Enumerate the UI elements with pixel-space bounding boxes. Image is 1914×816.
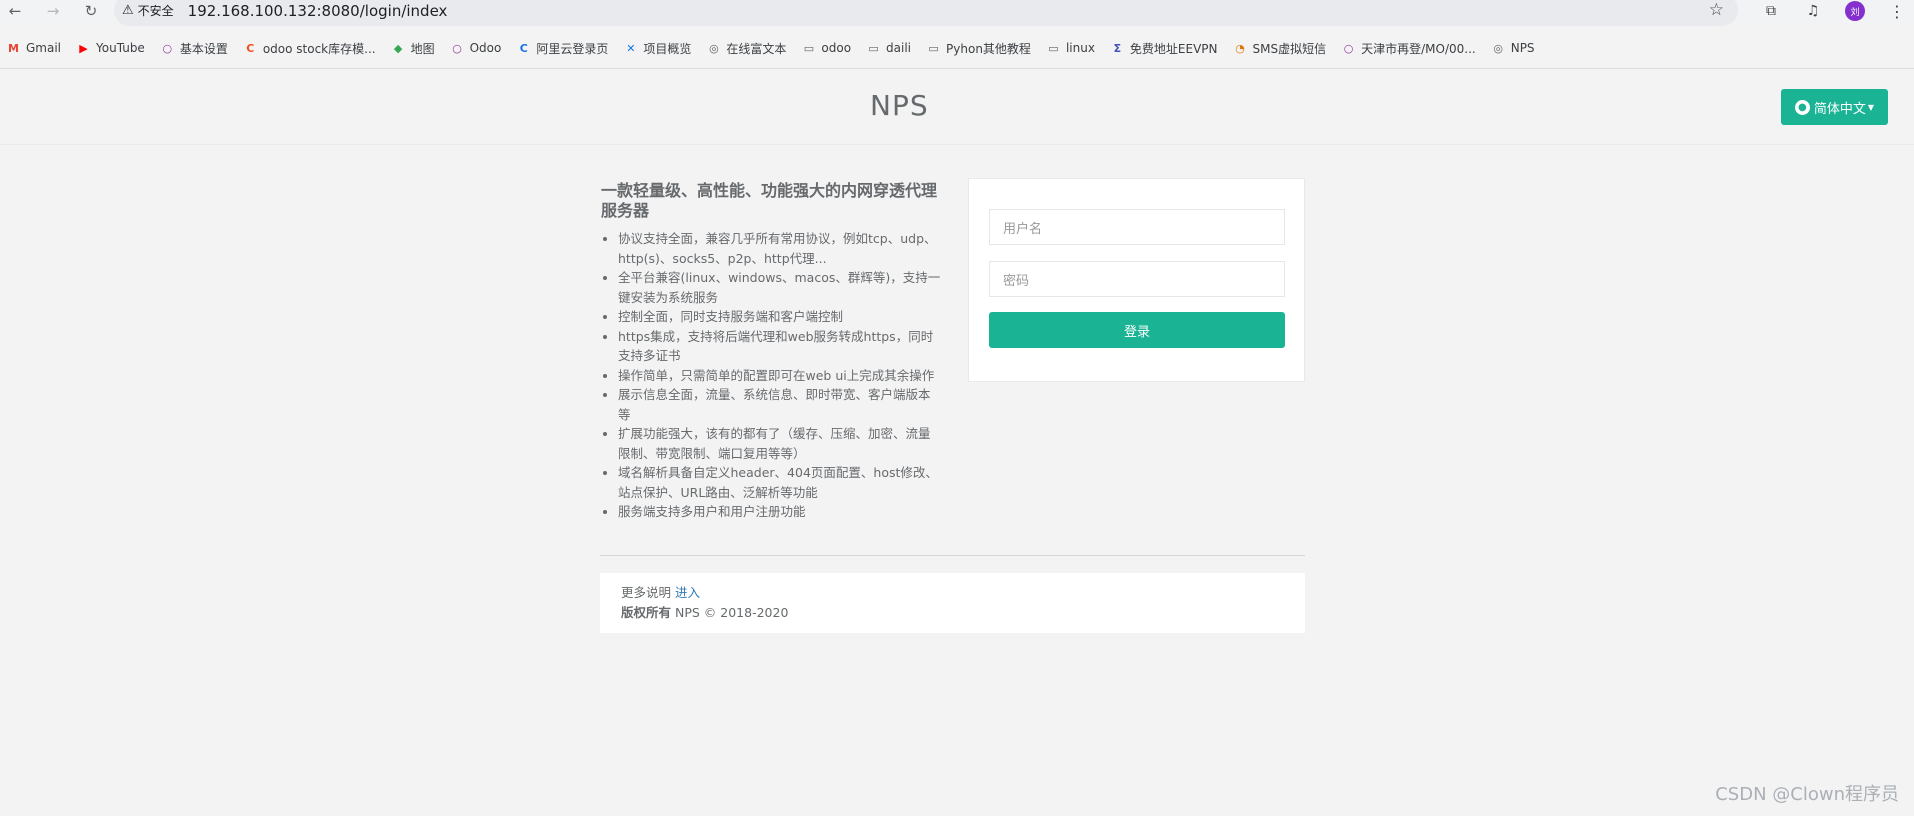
back-arrow-icon[interactable]: ← bbox=[4, 0, 26, 22]
feature-item: 全平台兼容(linux、windows、macos、群辉等)，支持一键安装为系统… bbox=[618, 268, 941, 307]
bookmark-label: linux bbox=[1065, 41, 1095, 55]
bookmark-item[interactable]: ○ 基本设置 bbox=[160, 40, 228, 57]
intro-panel: 一款轻量级、高性能、功能强大的内网穿透代理服务器 协议支持全面，兼容几乎所有常用… bbox=[601, 181, 941, 522]
bookmark-item[interactable]: ○ 天津市再登/MO/00... bbox=[1341, 40, 1476, 57]
feature-item: 控制全面，同时支持服务端和客户端控制 bbox=[618, 307, 941, 327]
bookmark-label: 阿里云登录页 bbox=[536, 41, 609, 56]
feature-item: 协议支持全面，兼容几乎所有常用协议，例如tcp、udp、http(s)、sock… bbox=[618, 229, 941, 268]
bookmark-item[interactable]: ◎ 在线富文本 bbox=[706, 40, 786, 57]
globe-icon: ● bbox=[1794, 99, 1810, 115]
extensions-puzzle-icon[interactable]: ⧉ bbox=[1760, 0, 1782, 22]
bookmark-label: 地图 bbox=[410, 41, 435, 56]
bookmark-label: odoo bbox=[821, 41, 852, 55]
bookmark-item[interactable]: ▭ odoo bbox=[801, 41, 851, 56]
bookmark-item[interactable]: ◔ SMS虚拟短信 bbox=[1233, 40, 1327, 57]
username-input[interactable]: 用户名 bbox=[989, 209, 1285, 245]
feature-item: 域名解析具备自定义header、404页面配置、host修改、站点保护、URL路… bbox=[618, 463, 941, 502]
bookmark-item[interactable]: M Gmail bbox=[6, 41, 61, 56]
youtube-icon: ▶ bbox=[79, 41, 88, 55]
bookmark-item[interactable]: ✕ 项目概览 bbox=[623, 40, 691, 57]
bookmark-item[interactable]: ▭ linux bbox=[1046, 41, 1095, 56]
bookmark-item[interactable]: ◆ 地图 bbox=[391, 40, 435, 57]
sms-icon: ◔ bbox=[1235, 41, 1245, 55]
circle-icon: ○ bbox=[162, 41, 173, 55]
media-playlist-icon[interactable]: ♫ bbox=[1802, 0, 1824, 22]
bookmark-item[interactable]: Codoo stock库存模... bbox=[243, 40, 376, 57]
x-icon: ✕ bbox=[626, 41, 636, 55]
language-dropdown-button[interactable]: ● 简体中文 ▼ bbox=[1781, 89, 1888, 125]
circle-icon: ○ bbox=[1343, 41, 1354, 55]
bookmark-label: 天津市再登/MO/00... bbox=[1361, 41, 1476, 56]
address-bar[interactable]: ⚠ 不安全 192.168.100.132:8080/login/index ☆ bbox=[114, 0, 1738, 26]
bookmark-label: odoo stock库存模... bbox=[262, 41, 376, 56]
page-header: NPS ● 简体中文 ▼ bbox=[0, 69, 1914, 145]
feature-item: https集成，支持将后端代理和web服务转成https，同时支持多证书 bbox=[618, 327, 941, 366]
feature-item: 操作简单，只需简单的配置即可在web ui上完成其余操作 bbox=[618, 366, 941, 386]
enter-link[interactable]: 进入 bbox=[675, 585, 700, 600]
brand-title: NPS bbox=[870, 89, 929, 122]
caret-down-icon: ▼ bbox=[1867, 102, 1875, 112]
bookmark-star-icon[interactable]: ☆ bbox=[1709, 0, 1724, 20]
bookmark-label: NPS bbox=[1510, 41, 1535, 55]
bookmark-item[interactable]: C 阿里云登录页 bbox=[516, 40, 609, 57]
reload-icon[interactable]: ↻ bbox=[80, 0, 102, 22]
kebab-menu-icon[interactable]: ⋮ bbox=[1886, 0, 1908, 22]
bookmark-label: 在线富文本 bbox=[726, 41, 787, 56]
feature-item: 展示信息全面，流量、系统信息、即时带宽、客户端版本等 bbox=[618, 385, 941, 424]
watermark: CSDN @Clown程序员 bbox=[1715, 784, 1899, 805]
bookmark-item[interactable]: Σ 免费地址EEVPN bbox=[1110, 40, 1218, 57]
circle-icon: ○ bbox=[452, 41, 462, 55]
avatar: 刘 bbox=[1845, 1, 1865, 21]
sigma-icon: Σ bbox=[1113, 41, 1122, 55]
more-info-label: 更多说明 bbox=[621, 585, 672, 600]
url-text[interactable]: 192.168.100.132:8080/login/index bbox=[188, 0, 448, 20]
bookmark-item[interactable]: ▶ YouTube bbox=[76, 41, 145, 56]
c-icon: C bbox=[519, 41, 528, 55]
copyright-line: 版权所有 NPS © 2018-2020 bbox=[621, 603, 1305, 623]
bookmark-item[interactable]: ▭ Pyhon其他教程 bbox=[926, 40, 1031, 57]
bookmark-label: Odoo bbox=[469, 41, 502, 55]
warning-triangle-icon: ⚠ bbox=[122, 2, 134, 18]
feature-list: 协议支持全面，兼容几乎所有常用协议，例如tcp、udp、http(s)、sock… bbox=[614, 229, 941, 522]
bookmark-label: 项目概览 bbox=[643, 41, 692, 56]
feature-item: 服务端支持多用户和用户注册功能 bbox=[618, 502, 941, 522]
folder-icon: ▭ bbox=[1048, 41, 1059, 55]
folder-icon: ▭ bbox=[868, 41, 879, 55]
c-icon: C bbox=[246, 41, 255, 55]
intro-title: 一款轻量级、高性能、功能强大的内网穿透代理服务器 bbox=[601, 181, 938, 220]
folder-icon: ▭ bbox=[928, 41, 939, 55]
bookmark-label: daili bbox=[886, 41, 912, 55]
bookmark-label: YouTube bbox=[96, 41, 145, 55]
bookmark-label: Gmail bbox=[26, 41, 62, 55]
footer: 更多说明 进入 版权所有 NPS © 2018-2020 bbox=[600, 573, 1305, 633]
globe-icon: ◎ bbox=[1493, 41, 1504, 55]
maps-icon: ◆ bbox=[393, 41, 403, 55]
bookmark-label: Pyhon其他教程 bbox=[946, 41, 1031, 56]
bookmark-label: 免费地址EEVPN bbox=[1129, 41, 1218, 56]
password-input[interactable]: 密码 bbox=[989, 261, 1285, 297]
bookmark-item[interactable]: ○ Odoo bbox=[450, 41, 502, 56]
copyright-label: 版权所有 bbox=[621, 605, 672, 620]
more-info-line: 更多说明 进入 bbox=[621, 583, 1305, 603]
login-form: 用户名 密码 登录 bbox=[968, 178, 1305, 382]
divider bbox=[600, 555, 1305, 556]
login-button[interactable]: 登录 bbox=[989, 312, 1285, 348]
globe-icon: ◎ bbox=[709, 41, 719, 55]
profile-avatar[interactable]: 刘 bbox=[1844, 0, 1866, 22]
browser-toolbar: ← → ↻ ⚠ 不安全 192.168.100.132:8080/login/i… bbox=[0, 0, 1914, 26]
bookmark-label: SMS虚拟短信 bbox=[1252, 41, 1327, 56]
gmail-icon: M bbox=[8, 41, 19, 55]
security-label: 不安全 bbox=[137, 3, 174, 18]
bookmarks-bar: M Gmail ▶ YouTube ○ 基本设置 Codoo stock库存模... ◆ 地图 ○… bbox=[0, 36, 1914, 60]
language-label: 简体中文 bbox=[1813, 101, 1866, 117]
bookmark-item[interactable]: ◎ NPS bbox=[1491, 41, 1535, 56]
bookmark-label: 基本设置 bbox=[179, 41, 228, 56]
security-chip[interactable]: ⚠ 不安全 bbox=[122, 2, 174, 19]
bookmark-item[interactable]: ▭ daili bbox=[866, 41, 911, 56]
folder-icon: ▭ bbox=[803, 41, 815, 55]
forward-arrow-icon[interactable]: → bbox=[42, 0, 64, 22]
feature-item: 扩展功能强大，该有的都有了（缓存、压缩、加密、流量限制、带宽限制、端口复用等等） bbox=[618, 424, 941, 463]
copyright-text: NPS © 2018-2020 bbox=[675, 605, 789, 620]
